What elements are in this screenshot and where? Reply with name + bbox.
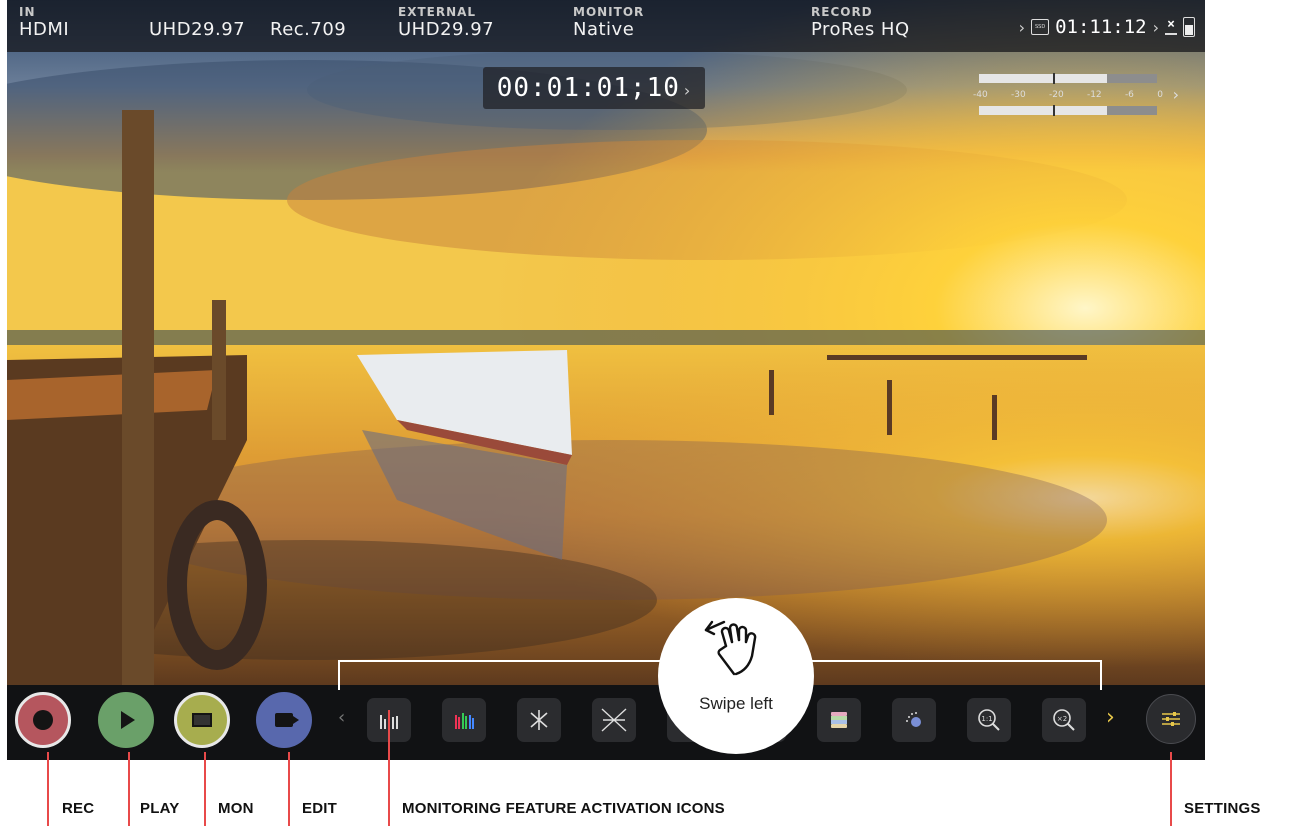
swipe-gesture-hint: Swipe left — [658, 598, 814, 754]
play-annotation: PLAY — [140, 800, 180, 817]
swipe-label: Swipe left — [699, 694, 773, 713]
monitor-screen: IN HDMI UHD29.97 Rec.709 EXTERNAL UHD29.… — [7, 0, 1205, 760]
chevron-right-icon: › — [683, 81, 692, 100]
edit-annotation: EDIT — [302, 800, 337, 817]
remaining-time: 01:11:12 — [1055, 16, 1147, 38]
play-button[interactable] — [98, 692, 154, 748]
status-bar: IN HDMI UHD29.97 Rec.709 EXTERNAL UHD29.… — [7, 0, 1205, 52]
mon-annotation: MON — [218, 800, 254, 817]
edit-pointer — [288, 752, 290, 826]
record-value: ProRes HQ — [811, 19, 910, 40]
sliders-icon — [1162, 712, 1180, 726]
zoom-1to1-icon[interactable]: 1:1 — [967, 698, 1011, 742]
color-bars-icon[interactable] — [817, 698, 861, 742]
chevron-right-icon: › — [1152, 17, 1159, 37]
audio-meters[interactable]: -40 -30 -20 -12 -6 0 › — [969, 72, 1179, 118]
settings-button[interactable] — [1146, 694, 1196, 744]
mon-button[interactable] — [174, 692, 230, 748]
monitor-value: Native — [573, 19, 635, 40]
chevron-right-icon: › — [1018, 17, 1026, 37]
format-value: UHD29.97 — [149, 19, 246, 40]
zebra-icon[interactable] — [592, 698, 636, 742]
input-value: HDMI — [19, 19, 70, 40]
zoom-x2-label: ×2 — [1057, 715, 1067, 723]
zoom-x2-icon[interactable]: ×2 — [1042, 698, 1086, 742]
dot-focus-icon[interactable] — [892, 698, 936, 742]
play-icon — [121, 711, 135, 729]
zoom-1to1-label: 1:1 — [981, 715, 992, 723]
monitor-status[interactable]: MONITOR Native — [573, 6, 644, 41]
timecode-display[interactable]: 00:01:01;10 › — [483, 67, 705, 109]
format-status[interactable]: UHD29.97 — [149, 6, 245, 41]
play-pointer — [128, 752, 130, 826]
audio-meter-left — [979, 73, 1157, 84]
rec-annotation: REC — [62, 800, 95, 817]
external-label: EXTERNAL — [398, 5, 477, 19]
no-disk-icon: × — [1165, 18, 1177, 35]
timecode-value: 00:01:01;10 — [496, 73, 680, 103]
record-label: RECORD — [811, 5, 873, 19]
edit-button[interactable] — [256, 692, 312, 748]
settings-annotation: SETTINGS — [1184, 800, 1261, 817]
ssd-icon: SSD — [1031, 19, 1050, 35]
rec-pointer — [47, 752, 49, 826]
monitoring-annotation: MONITORING FEATURE ACTIVATION ICONS — [402, 800, 725, 817]
gamma-value: Rec.709 — [270, 19, 347, 40]
vectorscope-rgb-icon[interactable] — [442, 698, 486, 742]
record-icon — [33, 710, 53, 730]
battery-icon — [1183, 17, 1195, 37]
chevron-left-icon[interactable]: ‹ — [338, 707, 345, 728]
false-color-icon[interactable] — [517, 698, 561, 742]
chevron-right-icon[interactable]: › — [1106, 705, 1115, 730]
bottom-toolbar: ‹ 1:1 ×2 › — [7, 685, 1205, 760]
mon-pointer — [204, 752, 206, 826]
media-status[interactable]: › SSD 01:11:12 › × — [1019, 14, 1195, 40]
audio-level-fill — [979, 106, 1108, 115]
settings-pointer — [1170, 752, 1172, 826]
audio-meter-right — [979, 105, 1157, 116]
tag-icon — [275, 713, 299, 727]
rec-button[interactable] — [15, 692, 71, 748]
input-status[interactable]: IN HDMI — [19, 6, 69, 41]
gamma-status[interactable]: Rec.709 — [270, 6, 346, 41]
record-status[interactable]: RECORD ProRes HQ — [811, 6, 910, 41]
input-label: IN — [19, 5, 36, 19]
audio-meter-scale: -40 -30 -20 -12 -6 0 — [973, 90, 1163, 100]
monitoring-pointer — [388, 710, 390, 826]
swipe-hand-icon — [704, 620, 757, 676]
monitor-label: MONITOR — [573, 5, 645, 19]
external-status[interactable]: EXTERNAL UHD29.97 — [398, 6, 494, 41]
monitor-icon — [192, 713, 212, 727]
audio-level-fill — [979, 74, 1108, 83]
chevron-right-icon: › — [1172, 85, 1179, 104]
external-value: UHD29.97 — [398, 19, 495, 40]
